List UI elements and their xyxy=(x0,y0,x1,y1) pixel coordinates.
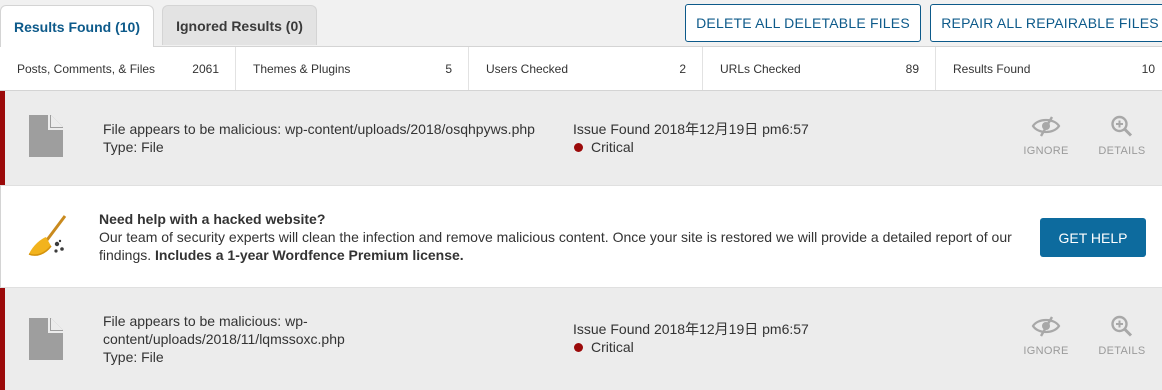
stat-value: 10 xyxy=(1141,62,1155,76)
ignore-button[interactable]: IGNORE xyxy=(1016,115,1076,157)
stat-label: Themes & Plugins xyxy=(253,62,351,76)
issue-type: Type: File xyxy=(103,349,164,365)
magnify-plus-icon xyxy=(1111,315,1133,337)
tab-ignored-results[interactable]: Ignored Results (0) xyxy=(162,5,317,45)
magnify-plus-icon xyxy=(1111,115,1133,137)
ignore-button[interactable]: IGNORE xyxy=(1016,315,1076,357)
severity-dot-icon xyxy=(574,343,583,352)
tabs-row: Results Found (10) Ignored Results (0) D… xyxy=(0,0,1162,47)
details-button[interactable]: DETAILS xyxy=(1092,315,1152,357)
severity-label: Critical xyxy=(591,339,634,355)
file-icon xyxy=(29,318,63,360)
issue-status: Issue Found 2018年12月19日 pm6:57 Critical xyxy=(573,120,809,156)
stat-label: Posts, Comments, & Files xyxy=(17,62,156,76)
delete-all-deletable-files-button[interactable]: DELETE ALL DELETABLE FILES xyxy=(685,4,921,42)
ignore-label: IGNORE xyxy=(1023,145,1069,157)
issue-title: File appears to be malicious: wp-content… xyxy=(103,313,345,347)
severity: Critical xyxy=(573,138,809,156)
stat-users-checked: Users Checked 2 xyxy=(469,47,703,90)
eye-slash-icon xyxy=(1031,316,1061,337)
eye-slash-icon xyxy=(1031,116,1061,137)
stat-value: 2 xyxy=(679,62,686,76)
issue-row: File appears to be malicious: wp-content… xyxy=(0,91,1162,185)
scan-stats-bar: Posts, Comments, & Files 2061 Themes & P… xyxy=(0,46,1162,91)
stat-posts-comments-files: Posts, Comments, & Files 2061 xyxy=(0,47,236,90)
issue-row: File appears to be malicious: wp-content… xyxy=(0,288,1162,390)
stat-urls-checked: URLs Checked 89 xyxy=(703,47,936,90)
stat-value: 89 xyxy=(905,62,919,76)
stat-label: URLs Checked xyxy=(720,62,801,76)
severity: Critical xyxy=(573,338,809,356)
help-title: Need help with a hacked website? xyxy=(99,211,326,227)
stat-value: 2061 xyxy=(192,62,219,76)
details-label: DETAILS xyxy=(1098,145,1146,157)
issue-found-date: Issue Found 2018年12月19日 pm6:57 xyxy=(573,121,809,137)
get-help-button[interactable]: GET HELP xyxy=(1040,218,1146,257)
issue-found-date: Issue Found 2018年12月19日 pm6:57 xyxy=(573,321,809,337)
issue-description: File appears to be malicious: wp-content… xyxy=(103,312,373,366)
issue-title: File appears to be malicious: wp-content… xyxy=(103,121,535,137)
help-message: Need help with a hacked website? Our tea… xyxy=(99,210,1019,264)
tab-results-found[interactable]: Results Found (10) xyxy=(0,5,154,47)
issue-type: Type: File xyxy=(103,139,164,155)
details-button[interactable]: DETAILS xyxy=(1092,115,1152,157)
stat-value: 5 xyxy=(445,62,452,76)
help-banner: Need help with a hacked website? Our tea… xyxy=(0,185,1162,288)
stat-results-found: Results Found 10 xyxy=(936,47,1162,90)
broom-icon xyxy=(28,215,67,256)
stat-label: Results Found xyxy=(953,62,1031,76)
stat-themes-plugins: Themes & Plugins 5 xyxy=(236,47,469,90)
stat-label: Users Checked xyxy=(486,62,569,76)
repair-all-repairable-files-button[interactable]: REPAIR ALL REPAIRABLE FILES xyxy=(930,4,1162,42)
help-emphasis: Includes a 1-year Wordfence Premium lice… xyxy=(155,247,464,263)
issue-status: Issue Found 2018年12月19日 pm6:57 Critical xyxy=(573,320,809,356)
severity-dot-icon xyxy=(574,143,583,152)
file-icon xyxy=(29,115,63,157)
severity-label: Critical xyxy=(591,139,634,155)
details-label: DETAILS xyxy=(1098,345,1146,357)
ignore-label: IGNORE xyxy=(1023,345,1069,357)
issue-description: File appears to be malicious: wp-content… xyxy=(103,120,563,156)
